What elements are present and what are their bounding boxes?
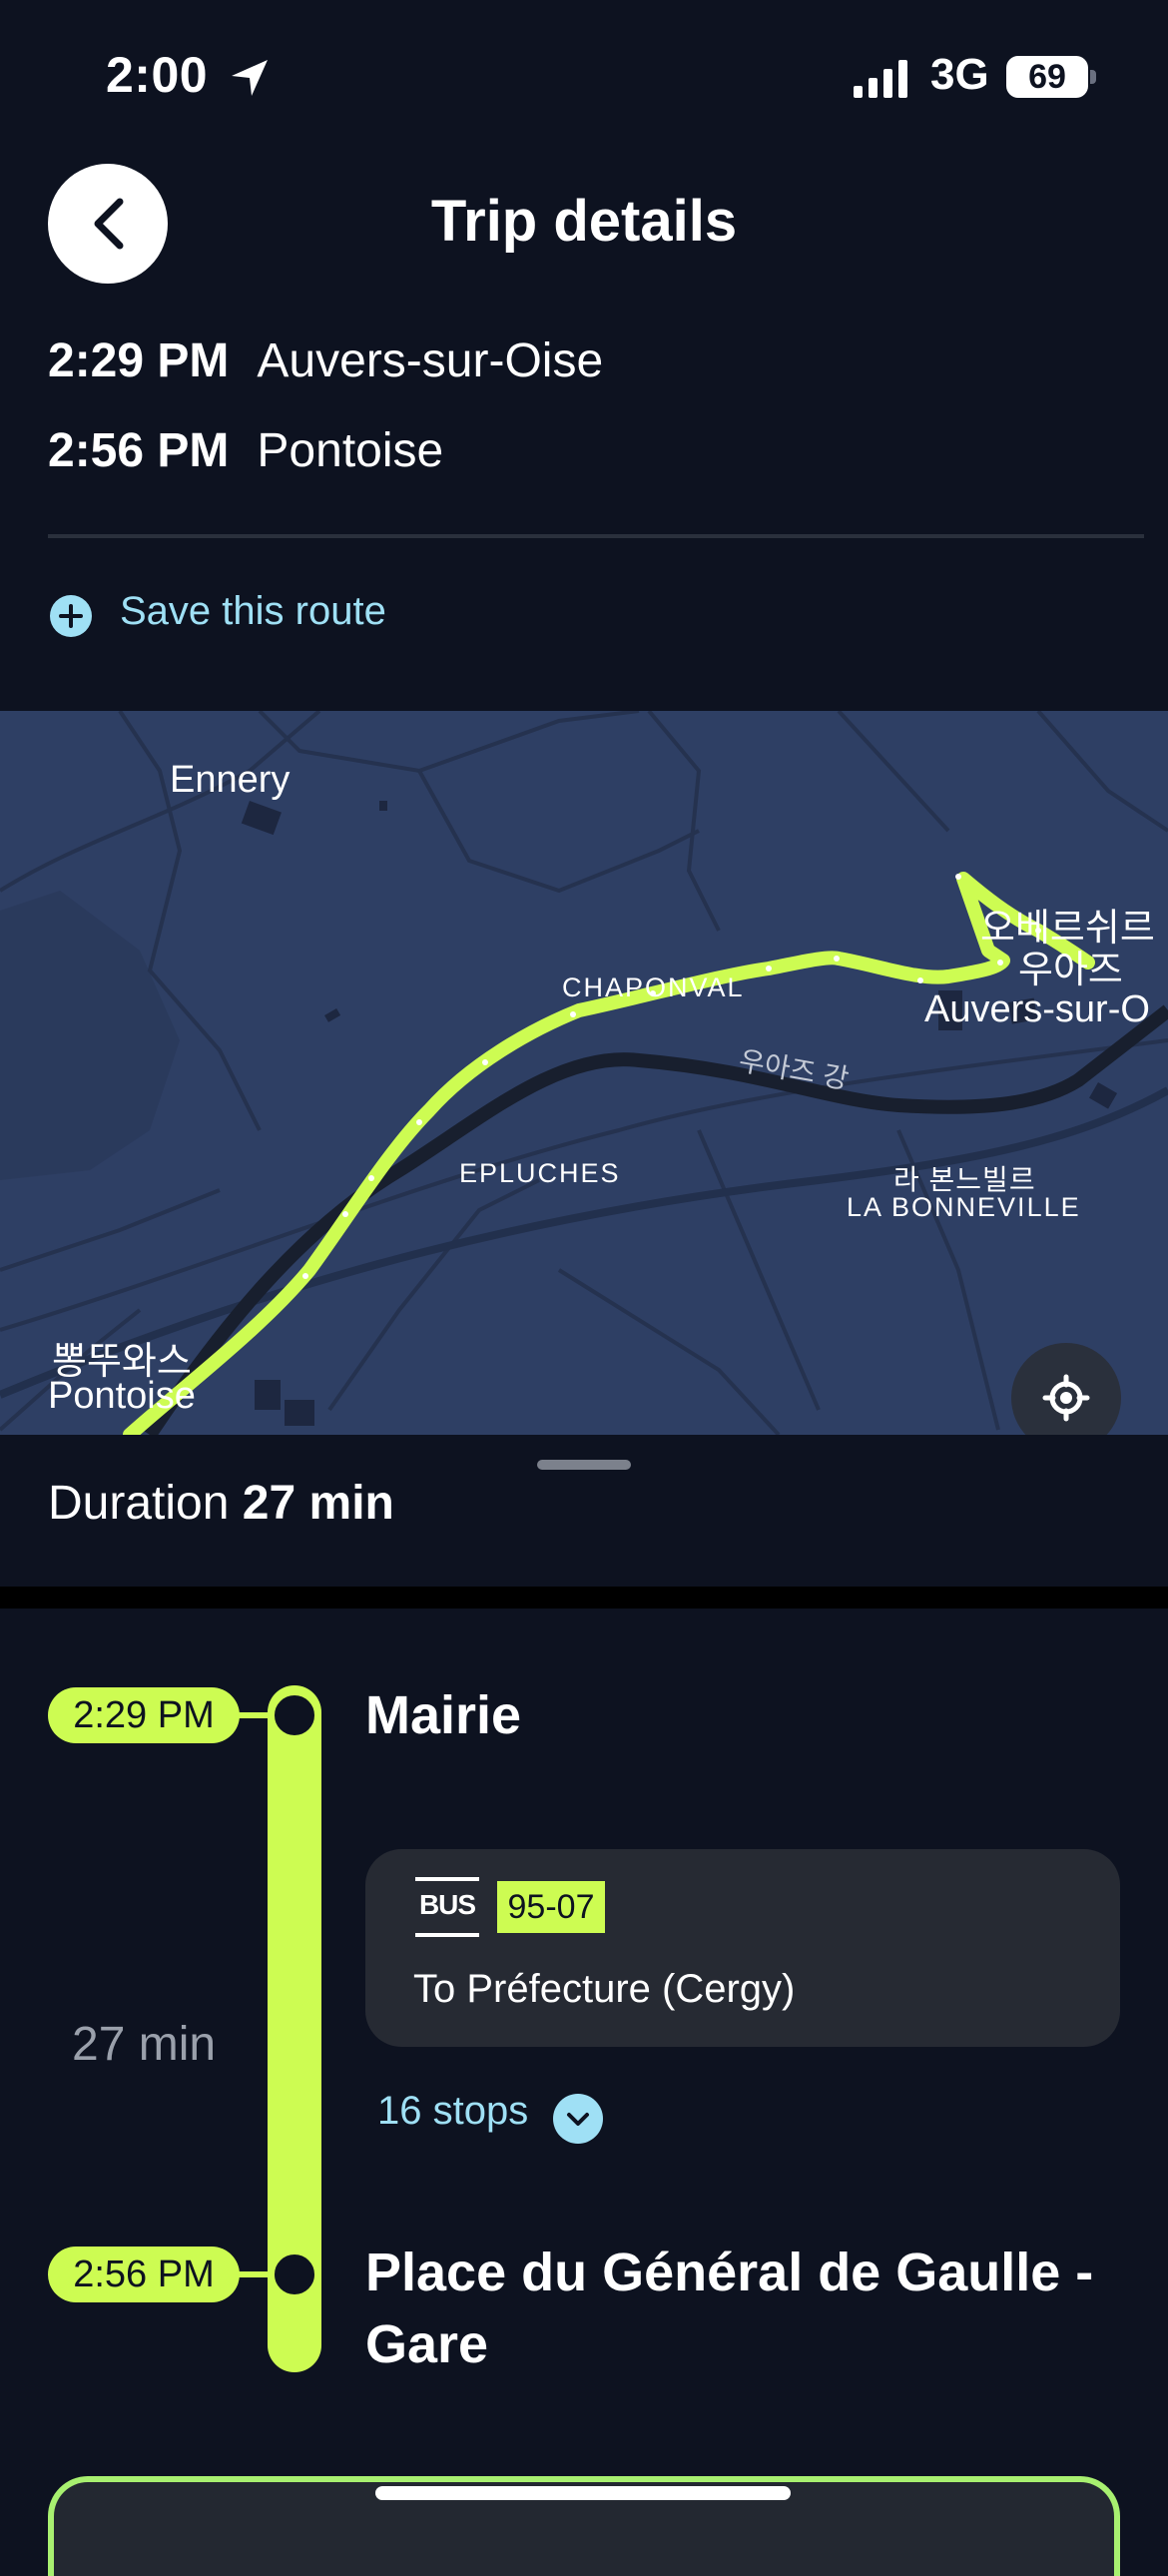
line-number-badge: 95-07 [497, 1881, 605, 1933]
leg-travel-time: 27 min [72, 2018, 217, 2071]
leg-direction: To Préfecture (Cergy) [413, 1967, 796, 2011]
map-label-auvers: Auvers-sur-O [924, 988, 1150, 1030]
chevron-down-icon [567, 2113, 589, 2126]
map-label-pontoise: Pontoise [48, 1375, 196, 1417]
status-time: 2:00 [106, 47, 209, 103]
arrival-time: 2:56 PM [48, 424, 230, 477]
end-time-pill: 2:56 PM [48, 2247, 240, 2302]
battery-nub [1090, 70, 1096, 84]
duration-value: 27 min [242, 1477, 394, 1530]
map-canvas [0, 711, 1168, 1435]
location-arrow-icon [232, 60, 268, 96]
plus-circle-icon[interactable] [50, 595, 92, 637]
signal-bars-icon [854, 60, 907, 98]
divider [48, 534, 1144, 538]
departure-place: Auvers-sur-Oise [257, 334, 604, 387]
network-type: 3G [930, 50, 989, 99]
departure-row: 2:29 PM Auvers-sur-Oise [48, 333, 603, 388]
map-label-epluches: EPLUCHES [459, 1158, 621, 1188]
arrival-row: 2:56 PM Pontoise [48, 423, 443, 478]
route-map[interactable]: Ennery CHAPONVAL 오베르쉬르 우아즈 Auvers-sur-O … [0, 711, 1168, 1435]
battery-level: 69 [1006, 56, 1088, 98]
page-title: Trip details [430, 189, 738, 254]
expand-stops-button[interactable] [553, 2094, 603, 2144]
start-stop-name[interactable]: Mairie [365, 1679, 1124, 1751]
home-indicator[interactable] [375, 2486, 791, 2500]
start-time-pill: 2:29 PM [48, 1687, 240, 1743]
end-stop-name[interactable]: Place du Général de Gaulle - Gare [365, 2237, 1124, 2380]
bus-mode-badge: BUS [415, 1877, 479, 1937]
map-label-bonneville: LA BONNEVILLE [847, 1192, 1081, 1222]
sheet-drag-handle[interactable] [537, 1460, 631, 1470]
bus-route-line [123, 872, 1095, 1435]
map-water-area [0, 891, 180, 1180]
map-label-auvers-kr2: 우아즈 [1018, 950, 1123, 991]
end-pill-connector [238, 2271, 268, 2277]
bus-mode-label: BUS [418, 1889, 476, 1920]
duration-summary: Duration 27 min [48, 1476, 394, 1531]
end-stop-dot [272, 2252, 317, 2297]
map-label-chaponval: CHAPONVAL [562, 972, 745, 1002]
section-separator [0, 1587, 1168, 1609]
duration-label: Duration [48, 1477, 230, 1530]
map-label-ennery: Ennery [170, 759, 291, 801]
start-stop-dot [272, 1692, 317, 1738]
arrival-place: Pontoise [257, 424, 444, 477]
stops-count-toggle[interactable]: 16 stops [377, 2089, 528, 2134]
start-pill-connector [238, 1712, 268, 1718]
save-route-link[interactable]: Save this route [120, 589, 386, 634]
departure-time: 2:29 PM [48, 334, 230, 387]
